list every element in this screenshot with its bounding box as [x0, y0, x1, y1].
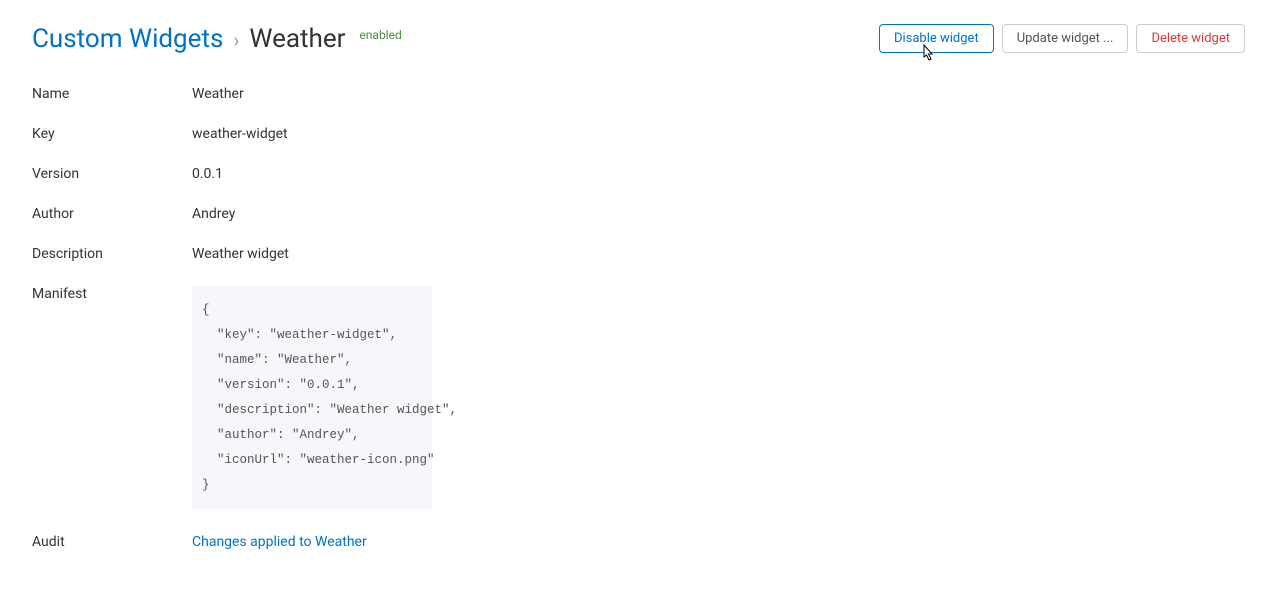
version-label: Version: [32, 166, 192, 182]
status-badge: enabled: [359, 28, 401, 42]
breadcrumb-separator: ›: [233, 28, 239, 52]
manifest-label: Manifest: [32, 286, 192, 302]
version-value: 0.0.1: [192, 166, 223, 182]
manifest-value: { "key": "weather-widget", "name": "Weat…: [192, 286, 432, 510]
author-value: Andrey: [192, 206, 235, 222]
name-label: Name: [32, 86, 192, 102]
name-value: Weather: [192, 86, 244, 102]
update-widget-button[interactable]: Update widget ...: [1002, 24, 1129, 53]
key-value: weather-widget: [192, 126, 288, 142]
description-label: Description: [32, 246, 192, 262]
description-value: Weather widget: [192, 246, 289, 262]
disable-widget-button[interactable]: Disable widget: [879, 24, 994, 53]
audit-label: Audit: [32, 534, 192, 550]
widget-details: Name Weather Key weather-widget Version …: [32, 86, 1245, 550]
breadcrumb-current: Weather: [249, 24, 345, 54]
breadcrumb-root[interactable]: Custom Widgets: [32, 24, 223, 54]
action-buttons: Disable widget Update widget ... Delete …: [879, 24, 1245, 53]
key-label: Key: [32, 126, 192, 142]
page-title-area: Custom Widgets › Weather enabled: [32, 24, 402, 54]
audit-link[interactable]: Changes applied to Weather: [192, 534, 367, 550]
delete-widget-button[interactable]: Delete widget: [1136, 24, 1245, 53]
author-label: Author: [32, 206, 192, 222]
